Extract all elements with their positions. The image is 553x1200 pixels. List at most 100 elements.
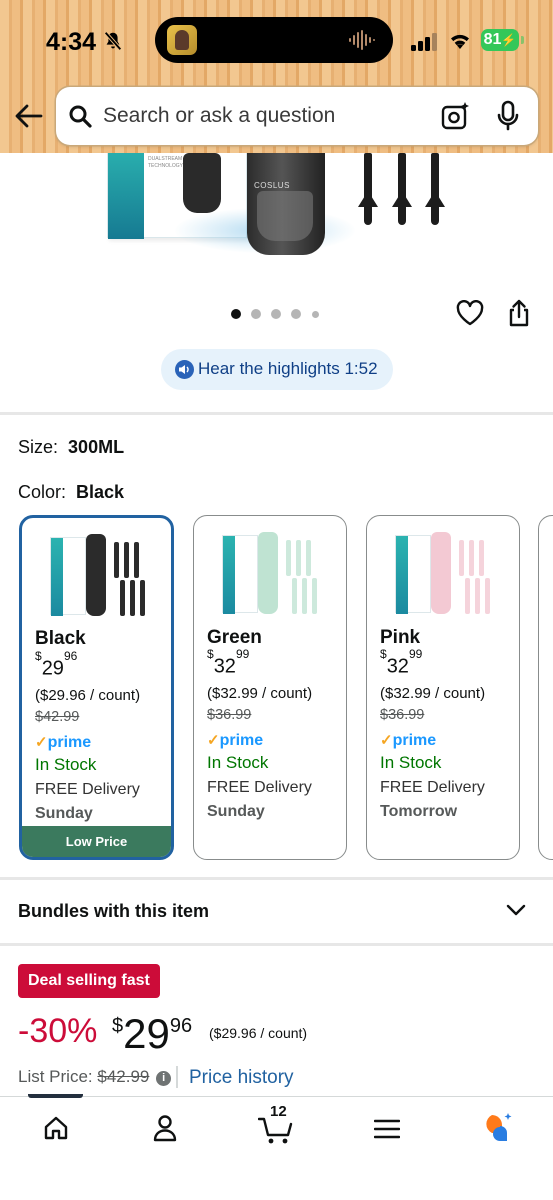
bottom-nav: 12 xyxy=(0,1094,553,1200)
variant-card-pink[interactable]: Pink $3299 ($32.99 / count) $36.99 ✓prim… xyxy=(366,515,520,860)
heart-icon[interactable] xyxy=(456,300,484,326)
product-small-unit xyxy=(183,153,221,213)
variant-name: Green xyxy=(207,627,262,648)
back-arrow-icon[interactable] xyxy=(14,102,44,130)
color-selector: Color: Black xyxy=(18,482,124,503)
variant-list-price: $36.99 xyxy=(380,707,425,723)
variant-box xyxy=(222,535,258,614)
variant-image xyxy=(50,532,148,620)
prime-label: prime xyxy=(219,732,264,749)
variant-stock: In Stock xyxy=(35,755,97,774)
prime-label: prime xyxy=(47,734,92,751)
bundles-label[interactable]: Bundles with this item xyxy=(18,901,209,922)
variant-card-black[interactable]: Black $2996 ($29.96 / count) $42.99 ✓pri… xyxy=(19,515,174,860)
variant-tip xyxy=(469,540,474,576)
microphone-icon[interactable] xyxy=(496,100,520,132)
variant-delivery-day: Tomorrow xyxy=(380,803,458,820)
status-bar: 4:34 81⚡ xyxy=(0,0,553,82)
variant-stock: In Stock xyxy=(207,753,269,772)
home-icon[interactable] xyxy=(43,1115,69,1141)
variant-tip xyxy=(312,578,317,614)
cart-icon[interactable] xyxy=(258,1117,294,1145)
prime-check-icon: ✓ xyxy=(380,732,393,749)
deal-per-count: ($29.96 / count) xyxy=(209,1025,308,1041)
product-page: 4:34 81⚡ Search or ask a question DUALST… xyxy=(0,0,553,1200)
search-icon xyxy=(69,105,92,128)
share-icon[interactable] xyxy=(507,299,531,327)
variant-device xyxy=(86,534,106,616)
carousel-dot-active[interactable] xyxy=(231,309,241,319)
variant-tip xyxy=(292,578,297,614)
camera-lens-icon[interactable] xyxy=(440,101,470,131)
carousel-dot[interactable] xyxy=(251,309,261,319)
variant-price: $3299 xyxy=(380,647,422,679)
price-whole: 32 xyxy=(386,655,409,678)
audio-wave-icon xyxy=(349,30,375,50)
search-input[interactable] xyxy=(103,101,423,131)
size-label: Size: xyxy=(18,437,59,457)
discount-percent: -30% xyxy=(18,1012,98,1050)
variant-delivery-day: Sunday xyxy=(207,803,265,820)
variant-per-count: ($32.99 / count) xyxy=(380,685,486,702)
cellular-signal-icon xyxy=(411,33,437,51)
rufus-icon[interactable] xyxy=(480,1112,514,1144)
variant-price: $3299 xyxy=(207,647,249,679)
variant-image xyxy=(222,530,320,618)
variant-name: Black xyxy=(35,628,86,649)
carousel-dot[interactable] xyxy=(291,309,301,319)
price-cents: 96 xyxy=(169,1015,193,1037)
water-flosser-device xyxy=(247,153,325,255)
variant-tip xyxy=(114,542,119,578)
currency-symbol: $ xyxy=(112,1015,124,1037)
price-whole: 29 xyxy=(123,1010,170,1057)
variant-tip xyxy=(120,580,125,616)
section-divider xyxy=(0,412,553,415)
section-divider xyxy=(0,943,553,946)
variant-delivery: FREE Delivery xyxy=(207,779,312,796)
variant-delivery: FREE Delivery xyxy=(35,781,140,798)
carousel-dot[interactable] xyxy=(312,311,319,318)
color-label: Color: xyxy=(18,482,67,502)
variant-card-next[interactable] xyxy=(538,515,553,860)
size-value: 300ML xyxy=(68,437,125,457)
size-selector: Size: 300ML xyxy=(18,437,124,458)
now-playing-thumbnail xyxy=(167,25,197,55)
prime-check-icon: ✓ xyxy=(207,732,220,749)
charging-bolt-icon: ⚡ xyxy=(501,33,517,47)
prime-check-icon: ✓ xyxy=(35,734,48,751)
variant-tip xyxy=(302,578,307,614)
variant-tip xyxy=(286,540,291,576)
price-whole: 29 xyxy=(41,657,64,680)
product-image[interactable]: DUALSTREAM TECHNOLOGY COSLUS xyxy=(0,153,553,283)
deal-badge: Deal selling fast xyxy=(18,964,160,998)
variant-image xyxy=(395,530,493,618)
variant-delivery-day: Sunday xyxy=(35,805,93,822)
low-price-badge: Low Price xyxy=(22,826,171,857)
variant-tip xyxy=(475,578,480,614)
bell-off-icon xyxy=(104,31,122,51)
variant-tip xyxy=(306,540,311,576)
menu-icon[interactable] xyxy=(374,1119,400,1139)
info-icon[interactable]: i xyxy=(156,1071,172,1086)
color-value: Black xyxy=(76,482,125,502)
carousel-dot[interactable] xyxy=(271,309,281,319)
flosser-tip xyxy=(431,153,439,225)
price-cents: 99 xyxy=(235,647,250,661)
currency-symbol: $ xyxy=(207,647,214,661)
price-history-link[interactable]: Price history xyxy=(189,1067,294,1089)
flosser-tip xyxy=(398,153,406,225)
dynamic-island[interactable] xyxy=(155,17,393,63)
separator xyxy=(176,1066,178,1088)
flosser-tip xyxy=(364,153,372,225)
variant-card-green[interactable]: Green $3299 ($32.99 / count) $36.99 ✓pri… xyxy=(193,515,347,860)
variant-list-price: $42.99 xyxy=(35,709,80,725)
chevron-down-icon[interactable] xyxy=(506,903,526,917)
variant-tip xyxy=(459,540,464,576)
price-cents: 99 xyxy=(408,647,423,661)
battery-level: 81 xyxy=(483,31,502,48)
search-bar[interactable] xyxy=(56,87,538,145)
variant-name: Pink xyxy=(380,627,421,648)
account-icon[interactable] xyxy=(152,1114,178,1142)
variant-tip xyxy=(134,542,139,578)
hear-highlights-button[interactable]: Hear the highlights 1:52 xyxy=(161,349,393,390)
